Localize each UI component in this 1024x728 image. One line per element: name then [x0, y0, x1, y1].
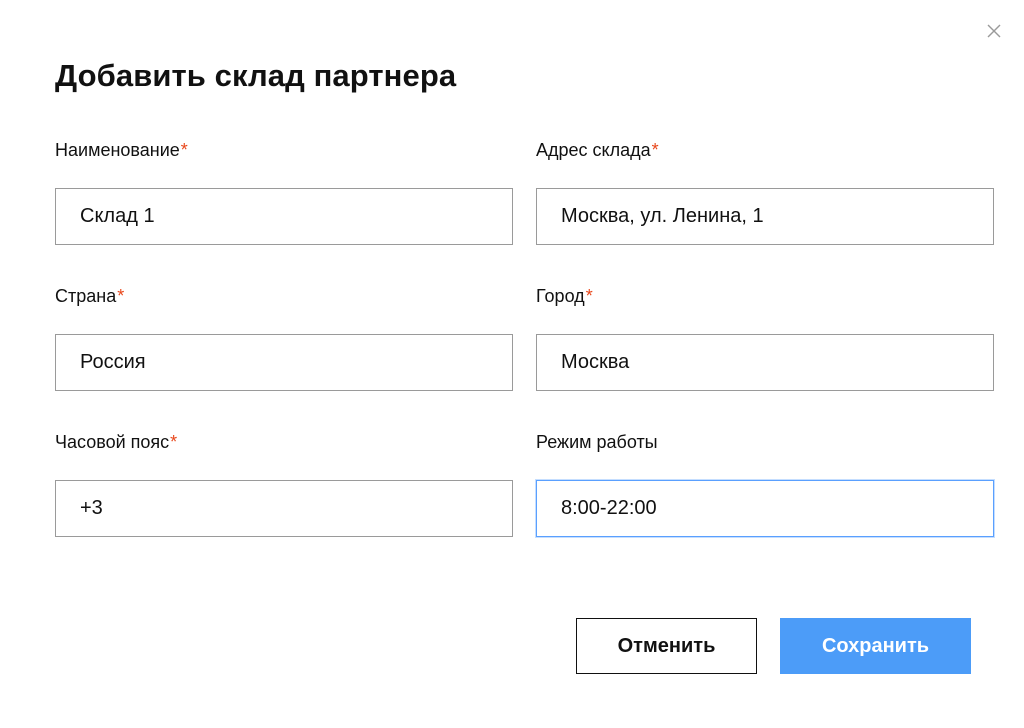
required-mark: * [651, 140, 659, 160]
required-mark: * [170, 432, 178, 452]
address-input[interactable] [536, 188, 994, 245]
country-input[interactable] [55, 334, 513, 391]
timezone-input[interactable] [55, 480, 513, 537]
required-mark: * [117, 286, 125, 306]
close-icon[interactable] [985, 22, 1003, 40]
city-input[interactable] [536, 334, 994, 391]
name-field: Наименование* [55, 139, 513, 245]
required-mark: * [585, 286, 593, 306]
working-hours-field: Режим работы [536, 431, 994, 537]
timezone-field: Часовой пояс* [55, 431, 513, 537]
country-label: Страна* [55, 285, 513, 307]
address-label: Адрес склада* [536, 139, 994, 161]
name-input[interactable] [55, 188, 513, 245]
timezone-label-text: Часовой пояс [55, 432, 170, 452]
address-field: Адрес склада* [536, 139, 994, 245]
save-button[interactable]: Сохранить [780, 618, 971, 674]
address-label-text: Адрес склада [536, 140, 651, 160]
city-label-text: Город [536, 286, 585, 306]
add-partner-warehouse-dialog: Добавить склад партнера Наименование* Ад… [0, 0, 1024, 728]
name-label: Наименование* [55, 139, 513, 161]
dialog-title: Добавить склад партнера [55, 58, 457, 93]
country-label-text: Страна [55, 286, 117, 306]
required-mark: * [180, 140, 188, 160]
cancel-button[interactable]: Отменить [576, 618, 757, 674]
timezone-label: Часовой пояс* [55, 431, 513, 453]
city-label: Город* [536, 285, 994, 307]
city-field: Город* [536, 285, 994, 391]
name-label-text: Наименование [55, 140, 180, 160]
working-hours-input[interactable] [536, 480, 994, 537]
country-field: Страна* [55, 285, 513, 391]
working-hours-label-text: Режим работы [536, 432, 658, 452]
working-hours-label: Режим работы [536, 431, 994, 453]
